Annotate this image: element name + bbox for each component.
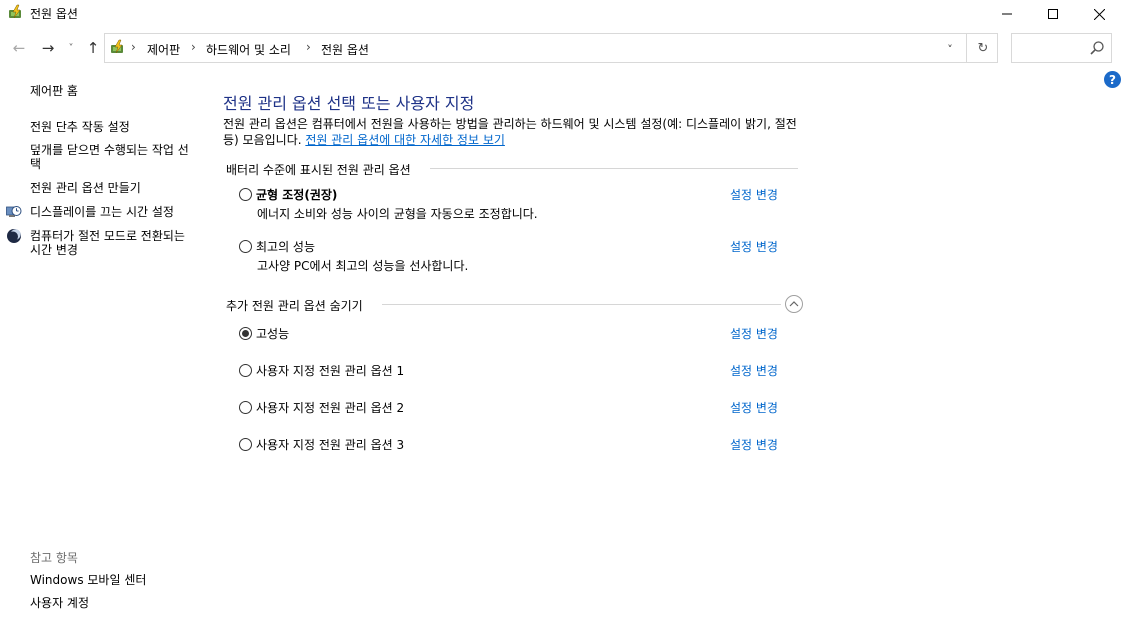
plan-desc-balanced: 에너지 소비와 성능 사이의 균형을 자동으로 조정합니다.	[257, 207, 538, 221]
display-clock-icon	[6, 206, 22, 217]
collapse-button[interactable]	[785, 295, 803, 313]
sidebar-item-user-accounts[interactable]: 사용자 계정	[30, 596, 89, 610]
change-settings-link-balanced[interactable]: 설정 변경	[730, 186, 778, 203]
minimize-button[interactable]	[984, 0, 1030, 28]
back-button[interactable]: ←	[9, 38, 29, 58]
change-settings-link-custom-1[interactable]: 설정 변경	[730, 362, 778, 379]
window-title: 전원 옵션	[30, 7, 78, 21]
address-divider	[966, 34, 967, 62]
plan-name-custom-1[interactable]: 사용자 지정 전원 관리 옵션 1	[256, 362, 404, 379]
radio-custom-2[interactable]	[239, 401, 252, 414]
breadcrumb-power-options[interactable]: 전원 옵션	[321, 41, 369, 58]
sidebar-item-create-plan[interactable]: 전원 관리 옵션 만들기	[30, 181, 141, 195]
page-description: 전원 관리 옵션은 컴퓨터에서 전원을 사용하는 방법을 관리하는 하드웨어 및…	[223, 116, 803, 148]
address-bar[interactable]: › 제어판 › 하드웨어 및 소리 › 전원 옵션 ˅ ↻	[104, 33, 998, 63]
see-also-header: 참고 항목	[30, 551, 78, 565]
sidebar-item-lid-close[interactable]: 덮개를 닫으면 수행되는 작업 선택	[30, 143, 195, 171]
radio-ultimate-performance[interactable]	[239, 240, 252, 253]
sidebar-item-sleep[interactable]: 컴퓨터가 절전 모드로 전환되는 시간 변경	[30, 229, 195, 257]
radio-high-performance[interactable]	[239, 327, 252, 340]
change-settings-link-high[interactable]: 설정 변경	[730, 325, 778, 342]
navigation-bar: ← → ˅ ↑ › 제어판 › 하드웨어 및 소리 › 전원 옵션 ˅ ↻	[0, 32, 1122, 64]
refresh-icon: ↻	[977, 40, 989, 56]
close-button[interactable]	[1076, 0, 1122, 28]
search-icon	[1090, 41, 1104, 55]
change-settings-link-ultimate[interactable]: 설정 변경	[730, 238, 778, 255]
radio-custom-3[interactable]	[239, 438, 252, 451]
help-icon: ?	[1109, 72, 1116, 87]
address-dropdown-button[interactable]: ˅	[940, 40, 960, 58]
plan-name-high-performance[interactable]: 고성능	[256, 325, 289, 342]
plan-desc-ultimate-performance: 고사양 PC에서 최고의 성능을 선사합니다.	[257, 259, 469, 273]
battery-section-label: 배터리 수준에 표시된 전원 관리 옵션	[226, 163, 411, 177]
sidebar-item-mobility-center[interactable]: Windows 모바일 센터	[30, 573, 146, 587]
chevron-down-icon: ˅	[947, 42, 953, 56]
more-info-link[interactable]: 전원 관리 옵션에 대한 자세한 정보 보기	[305, 133, 505, 147]
radio-custom-1[interactable]	[239, 364, 252, 377]
section-divider	[382, 304, 781, 305]
moon-icon	[7, 229, 21, 243]
up-arrow-icon: ↑	[86, 39, 100, 57]
breadcrumb-control-panel[interactable]: 제어판	[147, 41, 180, 58]
forward-arrow-icon: →	[41, 39, 55, 57]
change-settings-link-custom-2[interactable]: 설정 변경	[730, 399, 778, 416]
breadcrumb-hardware-sound[interactable]: 하드웨어 및 소리	[206, 41, 291, 58]
minimize-icon	[1002, 13, 1012, 15]
close-icon	[1093, 8, 1105, 20]
maximize-icon	[1048, 9, 1058, 19]
sidebar-item-power-button[interactable]: 전원 단추 작동 설정	[30, 120, 130, 134]
refresh-button[interactable]: ↻	[973, 39, 993, 57]
section-divider	[430, 168, 798, 169]
up-button[interactable]: ↑	[83, 38, 103, 58]
control-panel-icon	[111, 39, 123, 54]
back-arrow-icon: ←	[12, 39, 26, 57]
plan-name-custom-3[interactable]: 사용자 지정 전원 관리 옵션 3	[256, 436, 404, 453]
change-settings-link-custom-3[interactable]: 설정 변경	[730, 436, 778, 453]
breadcrumb-separator: ›	[131, 40, 136, 54]
plan-name-ultimate-performance[interactable]: 최고의 성능	[256, 238, 315, 255]
breadcrumb-separator: ›	[306, 40, 311, 54]
search-input[interactable]	[1011, 33, 1112, 63]
chevron-up-icon	[789, 301, 799, 307]
breadcrumb-separator: ›	[191, 40, 196, 54]
plan-name-balanced[interactable]: 균형 조정(권장)	[256, 186, 337, 203]
title-bar: 전원 옵션	[0, 0, 1122, 30]
power-options-icon	[9, 4, 21, 19]
maximize-button[interactable]	[1030, 0, 1076, 28]
help-button[interactable]: ?	[1104, 71, 1121, 88]
additional-plans-label: 추가 전원 관리 옵션 숨기기	[226, 299, 363, 313]
plan-name-custom-2[interactable]: 사용자 지정 전원 관리 옵션 2	[256, 399, 404, 416]
sidebar-item-display-off[interactable]: 디스플레이를 끄는 시간 설정	[30, 205, 174, 219]
radio-balanced[interactable]	[239, 188, 252, 201]
page-title: 전원 관리 옵션 선택 또는 사용자 지정	[223, 94, 475, 113]
forward-button[interactable]: →	[38, 38, 58, 58]
sidebar-control-panel-home[interactable]: 제어판 홈	[30, 84, 78, 98]
chevron-down-icon: ˅	[68, 42, 74, 54]
recent-locations-button[interactable]: ˅	[64, 38, 78, 58]
